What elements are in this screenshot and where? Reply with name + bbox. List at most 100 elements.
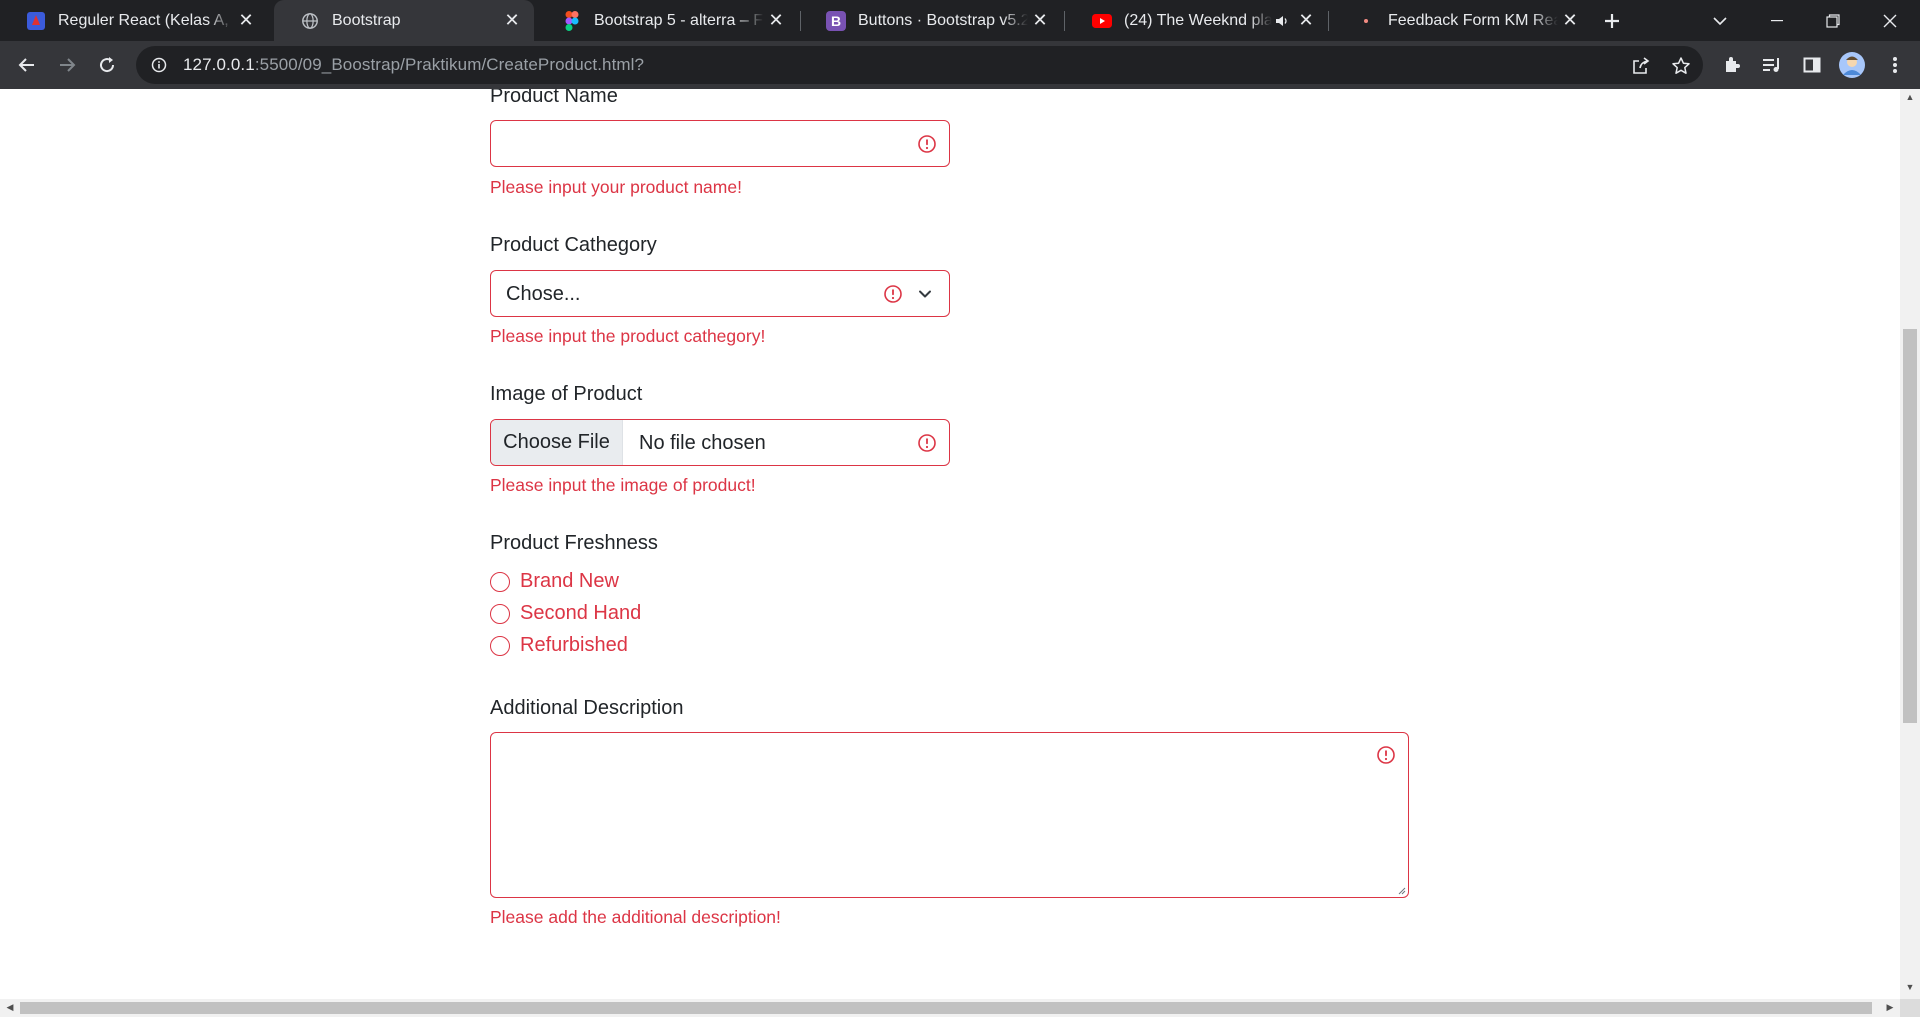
invalid-icon <box>918 135 936 153</box>
new-tab-button[interactable] <box>1598 0 1626 41</box>
choose-file-button[interactable]: Choose File <box>491 420 623 465</box>
share-icon[interactable] <box>1630 55 1652 77</box>
radio-brand-new[interactable]: Brand New <box>490 570 619 593</box>
tab-strip: Reguler React (Kelas A, B, dan C) ✕ Boot… <box>0 0 1920 41</box>
media-control-button[interactable] <box>1756 49 1788 81</box>
vertical-scroll-thumb[interactable] <box>1903 329 1917 723</box>
bootstrap-icon: B <box>826 10 846 31</box>
address-bar[interactable]: 127.0.0.1:5500/09_Boostrap/Praktikum/Cre… <box>136 46 1703 84</box>
tab-title: (24) The Weeknd playlist <box>1124 11 1272 29</box>
tab-feedback-form[interactable]: Feedback Form KM React 1 ✕ <box>1330 0 1592 41</box>
vertical-scrollbar[interactable]: ▲ ▼ <box>1900 89 1920 999</box>
product-category-select[interactable]: Chose... <box>490 270 950 317</box>
radio-circle[interactable] <box>490 603 510 624</box>
tab-figma[interactable]: Bootstrap 5 - alterra – Figma ✕ <box>536 0 798 41</box>
browser-toolbar: 127.0.0.1:5500/09_Boostrap/Praktikum/Cre… <box>0 41 1920 89</box>
extensions-button[interactable] <box>1716 49 1748 81</box>
product-name-feedback: Please input your product name! <box>490 177 742 197</box>
minimize-button[interactable] <box>1754 0 1800 41</box>
file-status-text: No file chosen <box>639 432 766 454</box>
figma-icon <box>562 10 582 31</box>
tab-bootstrap-buttons[interactable]: B Buttons · Bootstrap v5.2 ✕ <box>800 0 1062 41</box>
product-name-label: Product Name <box>490 89 618 107</box>
side-panel-icon <box>1803 57 1821 73</box>
resize-handle-icon[interactable] <box>1396 885 1406 895</box>
tab-separator <box>1064 11 1065 31</box>
radio-label: Brand New <box>520 570 619 592</box>
close-icon[interactable]: ✕ <box>234 9 258 33</box>
product-image-label: Image of Product <box>490 383 643 405</box>
close-window-button[interactable] <box>1866 0 1914 41</box>
close-icon[interactable]: ✕ <box>1028 9 1052 33</box>
close-icon[interactable]: ✕ <box>1558 9 1582 33</box>
plus-icon <box>1605 13 1619 28</box>
close-icon[interactable]: ✕ <box>1294 9 1318 33</box>
url-path: :5500/09_Boostrap/Praktikum/CreateProduc… <box>254 55 645 74</box>
restore-icon <box>1826 13 1840 28</box>
side-panel-button[interactable] <box>1796 49 1828 81</box>
scrollbar-corner <box>1900 999 1920 1017</box>
additional-description-feedback: Please add the additional description! <box>490 907 781 927</box>
horizontal-scroll-thumb[interactable] <box>20 1002 1872 1014</box>
radio-refurbished[interactable]: Refurbished <box>490 634 628 657</box>
tab-title: Bootstrap <box>332 11 401 29</box>
chevron-down-icon <box>1713 16 1727 25</box>
scroll-left-arrow[interactable]: ◀ <box>0 1002 20 1013</box>
tab-title: Buttons · Bootstrap v5.2 <box>858 11 1028 29</box>
close-icon[interactable]: ✕ <box>764 9 788 33</box>
invalid-icon <box>884 285 902 303</box>
minimize-icon <box>1771 19 1783 21</box>
radio-label: Refurbished <box>520 634 628 656</box>
globe-icon <box>300 11 320 31</box>
media-queue-icon <box>1763 58 1779 72</box>
arrow-left-icon <box>18 58 34 72</box>
youtube-icon <box>1092 11 1112 31</box>
chevron-down-icon <box>919 290 931 298</box>
star-icon[interactable] <box>1670 55 1692 77</box>
scroll-down-arrow[interactable]: ▼ <box>1900 982 1920 992</box>
product-category-label: Product Cathegory <box>490 234 657 256</box>
radio-circle[interactable] <box>490 635 510 656</box>
puzzle-icon <box>1726 57 1740 72</box>
invalid-icon <box>1377 746 1395 764</box>
forward-button[interactable] <box>51 49 83 81</box>
tab-reguler-react[interactable]: Reguler React (Kelas A, B, dan C) ✕ <box>0 0 268 41</box>
additional-description-textarea[interactable] <box>490 732 1409 898</box>
back-button[interactable] <box>11 49 43 81</box>
invalid-icon <box>918 434 936 452</box>
tab-title: Feedback Form KM React 1 <box>1388 11 1558 29</box>
product-freshness-label: Product Freshness <box>490 532 658 554</box>
academy-icon <box>26 11 46 31</box>
close-window-icon <box>1883 14 1897 27</box>
tab-title: Bootstrap 5 - alterra – Figma <box>594 11 764 29</box>
radio-second-hand[interactable]: Second Hand <box>490 602 641 625</box>
restore-button[interactable] <box>1810 0 1856 41</box>
chrome-menu-button[interactable] <box>1880 49 1910 81</box>
site-info-icon[interactable] <box>149 55 169 75</box>
svg-text:B: B <box>831 13 841 29</box>
tab-bootstrap[interactable]: Bootstrap ✕ <box>274 0 534 41</box>
speaker-icon[interactable] <box>1272 9 1292 33</box>
tab-search-button[interactable] <box>1706 0 1734 41</box>
tab-title: Reguler React (Kelas A, B, dan C) <box>58 11 234 29</box>
profile-avatar[interactable] <box>1836 49 1868 81</box>
arrow-right-icon <box>60 58 76 72</box>
additional-description-label: Additional Description <box>490 697 684 719</box>
kebab-menu-icon <box>1893 57 1897 73</box>
scroll-right-arrow[interactable]: ▶ <box>1880 1002 1900 1013</box>
tab-separator <box>1328 11 1329 31</box>
reload-icon <box>100 57 115 73</box>
product-image-feedback: Please input the image of product! <box>490 475 756 495</box>
product-category-feedback: Please input the product cathegory! <box>490 326 766 346</box>
avatar-icon <box>1839 52 1865 78</box>
tab-youtube[interactable]: (24) The Weeknd playlist ✕ <box>1066 0 1328 41</box>
reload-button[interactable] <box>91 49 123 81</box>
url-text[interactable]: 127.0.0.1:5500/09_Boostrap/Praktikum/Cre… <box>183 55 644 75</box>
horizontal-scrollbar[interactable]: ◀ ▶ <box>0 999 1900 1017</box>
product-name-input[interactable] <box>490 120 950 167</box>
product-image-file-input[interactable]: Choose File No file chosen <box>490 419 950 466</box>
radio-circle[interactable] <box>490 571 510 592</box>
scroll-up-arrow[interactable]: ▲ <box>1900 92 1920 102</box>
close-icon[interactable]: ✕ <box>500 9 524 33</box>
dot-icon <box>1356 11 1376 31</box>
